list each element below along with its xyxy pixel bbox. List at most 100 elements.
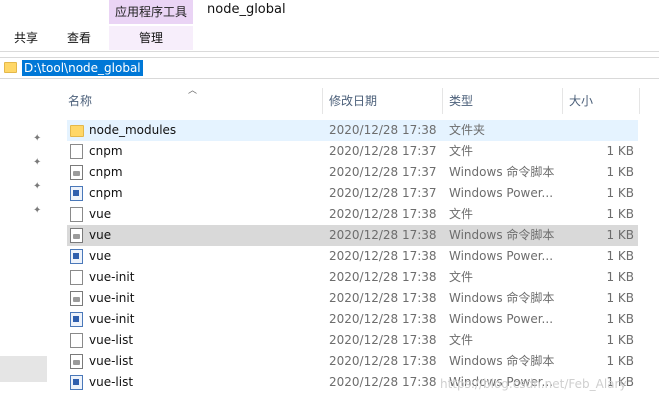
file-size: 1 KB <box>606 165 634 179</box>
file-date: 2020/12/28 17:38 <box>329 207 437 221</box>
file-type: Windows 命令脚本 <box>449 354 555 368</box>
file-icon <box>70 207 83 222</box>
file-type: 文件夹 <box>449 123 486 137</box>
file-type: Windows 命令脚本 <box>449 228 555 242</box>
cmd-script-icon <box>70 228 83 243</box>
file-size: 1 KB <box>606 270 634 284</box>
tab-share[interactable]: 共享 <box>14 28 38 48</box>
file-size: 1 KB <box>606 249 634 263</box>
cmd-script-icon <box>70 165 83 180</box>
column-divider[interactable] <box>442 88 443 114</box>
file-type: Windows Power... <box>449 249 554 263</box>
file-size: 1 KB <box>606 354 634 368</box>
file-date: 2020/12/28 17:38 <box>329 123 437 137</box>
file-icon <box>70 144 83 159</box>
table-row[interactable]: cnpm 2020/12/28 17:37 Windows 命令脚本 1 KB <box>67 162 638 183</box>
watermark: https://blog.csdn.net/Feb_Alary <box>440 377 627 391</box>
file-name: vue-list <box>89 375 134 389</box>
ribbon-divider <box>0 51 659 52</box>
powershell-icon <box>70 375 83 390</box>
file-name: vue-init <box>89 291 135 305</box>
file-date: 2020/12/28 17:38 <box>329 228 437 242</box>
ribbon: 应用程序工具 node_global 共享 查看 管理 <box>0 0 659 52</box>
file-date: 2020/12/28 17:38 <box>329 333 437 347</box>
column-header-date[interactable]: 修改日期 <box>329 91 377 111</box>
file-name: vue-init <box>89 312 135 326</box>
file-name: vue <box>89 228 112 242</box>
powershell-icon <box>70 312 83 327</box>
file-date: 2020/12/28 17:38 <box>329 312 437 326</box>
column-header-name[interactable]: 名称 <box>68 91 92 111</box>
file-type: Windows 命令脚本 <box>449 165 555 179</box>
sort-ascending-icon: ︿ <box>188 86 198 96</box>
address-input[interactable]: D:\tool\node_global <box>22 60 143 76</box>
column-header-size[interactable]: 大小 <box>569 91 593 111</box>
address-bar[interactable]: D:\tool\node_global <box>0 57 659 79</box>
file-size: 1 KB <box>606 291 634 305</box>
file-size: 1 KB <box>606 207 634 221</box>
file-date: 2020/12/28 17:38 <box>329 375 437 389</box>
file-name: vue-init <box>89 270 135 284</box>
nav-selected-item[interactable] <box>0 356 47 382</box>
folder-icon <box>70 125 84 137</box>
tab-view[interactable]: 查看 <box>67 28 91 48</box>
window-title: node_global <box>207 2 286 17</box>
file-size: 1 KB <box>606 186 634 200</box>
column-divider[interactable] <box>639 88 640 114</box>
file-date: 2020/12/28 17:38 <box>329 291 437 305</box>
context-tab-group-label: 应用程序工具 <box>109 0 193 24</box>
file-date: 2020/12/28 17:37 <box>329 144 437 158</box>
file-name: vue <box>89 207 112 221</box>
table-row[interactable]: vue 2020/12/28 17:38 文件 1 KB <box>67 204 638 225</box>
cmd-script-icon <box>70 354 83 369</box>
table-row[interactable]: cnpm 2020/12/28 17:37 Windows Power... 1… <box>67 183 638 204</box>
file-type: 文件 <box>449 207 474 221</box>
tab-manage[interactable]: 管理 <box>109 26 193 50</box>
table-row[interactable]: vue-init 2020/12/28 17:38 Windows Power.… <box>67 309 638 330</box>
pin-icon[interactable]: ✦ <box>33 158 43 168</box>
table-row[interactable]: vue-init 2020/12/28 17:38 文件 1 KB <box>67 267 638 288</box>
table-row[interactable]: vue-list 2020/12/28 17:38 Windows 命令脚本 1… <box>67 351 638 372</box>
file-icon <box>70 333 83 348</box>
file-type: 文件 <box>449 333 474 347</box>
file-type: Windows Power... <box>449 312 554 326</box>
file-date: 2020/12/28 17:38 <box>329 270 437 284</box>
file-type: 文件 <box>449 270 474 284</box>
file-date: 2020/12/28 17:37 <box>329 165 437 179</box>
pin-icon[interactable]: ✦ <box>33 206 43 216</box>
file-icon <box>70 270 83 285</box>
table-row[interactable]: node_modules 2020/12/28 17:38 文件夹 <box>67 120 638 141</box>
table-row[interactable]: cnpm 2020/12/28 17:37 文件 1 KB <box>67 141 638 162</box>
file-name: cnpm <box>89 186 123 200</box>
table-row[interactable]: vue-list 2020/12/28 17:38 文件 1 KB <box>67 330 638 351</box>
file-name: vue <box>89 249 112 263</box>
file-size: 1 KB <box>606 144 634 158</box>
file-name: vue-list <box>89 354 134 368</box>
pin-icon[interactable]: ✦ <box>33 134 43 144</box>
file-type: Windows Power... <box>449 186 554 200</box>
file-size: 1 KB <box>606 312 634 326</box>
file-name: node_modules <box>89 123 177 137</box>
file-date: 2020/12/28 17:38 <box>329 249 437 263</box>
file-date: 2020/12/28 17:38 <box>329 354 437 368</box>
table-row[interactable]: vue 2020/12/28 17:38 Windows 命令脚本 1 KB <box>67 225 638 246</box>
column-divider[interactable] <box>322 88 323 114</box>
file-name: vue-list <box>89 333 134 347</box>
folder-icon <box>4 62 17 73</box>
table-row[interactable]: vue 2020/12/28 17:38 Windows Power... 1 … <box>67 246 638 267</box>
column-divider[interactable] <box>562 88 563 114</box>
file-name: cnpm <box>89 165 123 179</box>
powershell-icon <box>70 249 83 264</box>
pin-icon[interactable]: ✦ <box>33 182 43 192</box>
file-type: 文件 <box>449 144 474 158</box>
file-size: 1 KB <box>606 333 634 347</box>
navigation-pane[interactable]: ✦ ✦ ✦ ✦ <box>0 80 47 403</box>
file-name: cnpm <box>89 144 123 158</box>
powershell-icon <box>70 186 83 201</box>
cmd-script-icon <box>70 291 83 306</box>
table-row[interactable]: vue-init 2020/12/28 17:38 Windows 命令脚本 1… <box>67 288 638 309</box>
file-date: 2020/12/28 17:37 <box>329 186 437 200</box>
file-size: 1 KB <box>606 228 634 242</box>
column-header-type[interactable]: 类型 <box>449 91 473 111</box>
file-type: Windows 命令脚本 <box>449 291 555 305</box>
